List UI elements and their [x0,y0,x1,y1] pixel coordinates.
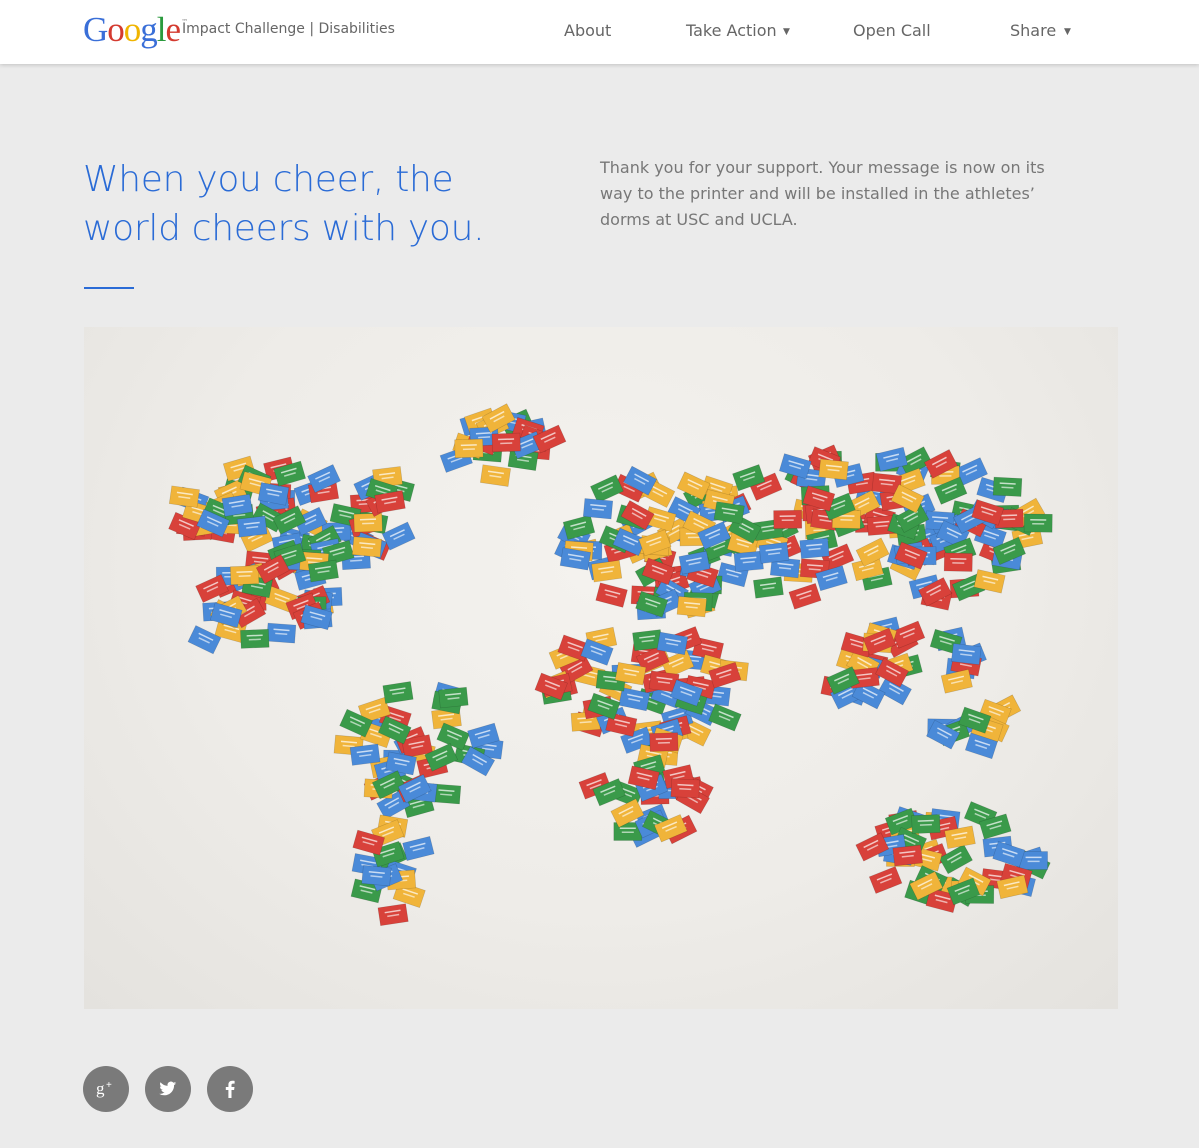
message-card [868,866,903,894]
message-card [943,552,973,572]
message-card [480,464,511,487]
message-card [773,509,803,529]
message-card [351,536,383,558]
message-card [361,865,392,887]
message-card [1023,513,1053,533]
message-card [670,778,701,799]
chevron-down-icon[interactable]: ▼ [1064,27,1071,37]
google-logo[interactable]: Google ™ [83,12,188,48]
message-card [240,628,270,649]
message-card [229,565,260,586]
message-card [733,550,764,572]
world-map-of-cards-icon [168,403,1053,927]
message-card [788,582,822,610]
message-card [491,432,521,453]
chevron-down-icon[interactable]: ▼ [783,27,790,37]
site-subtitle: Impact Challenge | Disabilities [182,21,395,37]
message-card [454,438,484,459]
message-card [818,458,849,481]
message-card [992,476,1023,497]
nav-take-action[interactable]: Take Action [686,21,777,40]
thank-you-message: Thank you for your support. Your message… [600,158,1045,229]
message-card [799,537,830,559]
message-card [349,743,381,766]
nav-about[interactable]: About [564,21,611,40]
message-card [778,453,812,480]
message-card [676,595,707,618]
nav-share[interactable]: Share [1010,21,1056,40]
message-card [911,814,941,834]
message-card [649,732,679,752]
world-map-image [84,327,1118,1009]
message-card [307,559,339,583]
svg-text:+: + [106,1080,112,1091]
google-plus-share-button[interactable]: g + [83,1066,129,1112]
message-card [266,622,297,644]
nav-open-call[interactable]: Open Call [853,21,931,40]
twitter-share-button[interactable] [145,1066,191,1112]
message-card [353,512,383,533]
message-card [752,576,784,599]
message-card [582,498,614,520]
message-card [940,669,973,694]
message-card [892,844,923,867]
facebook-icon [225,1080,235,1098]
facebook-share-button[interactable] [207,1066,253,1112]
twitter-icon [159,1081,177,1096]
svg-text:g: g [96,1079,105,1098]
message-card [591,560,623,583]
message-card [992,840,1026,868]
google-logo-wordmark: Google [83,10,181,49]
message-card [438,686,469,709]
google-plus-icon: g + [96,1079,112,1098]
message-card [236,515,268,538]
message-card [595,582,628,608]
page-headline: When you cheer, the world cheers with yo… [83,159,485,249]
message-card [377,903,409,927]
message-card [758,541,790,564]
message-card [708,703,742,732]
headline-divider [84,287,134,289]
message-card [382,681,414,704]
message-card [402,835,435,862]
site-header: Google ™ Impact Challenge | Disabilities… [0,0,1199,64]
message-card [951,643,982,666]
message-card [168,485,200,508]
